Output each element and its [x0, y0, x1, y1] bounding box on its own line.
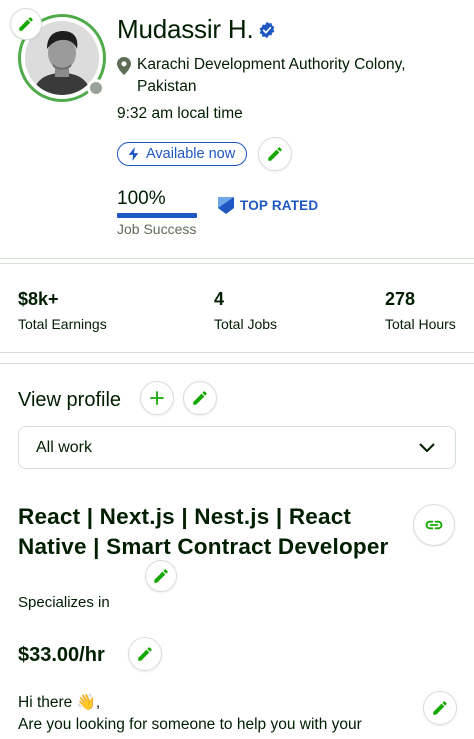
name-row: Mudassir H. — [117, 14, 276, 45]
overview-text: Hi there 👋, Are you looking for someone … — [18, 692, 398, 736]
pencil-icon — [268, 147, 282, 161]
divider — [0, 258, 474, 259]
edit-rate-button[interactable] — [128, 637, 162, 671]
divider — [0, 363, 474, 364]
location-pin-icon — [117, 57, 131, 75]
pencil-icon — [193, 391, 207, 405]
edit-avatar-button[interactable] — [10, 8, 42, 40]
divider — [0, 263, 474, 264]
job-success-value: 100% — [117, 188, 166, 209]
chevron-down-icon — [419, 443, 435, 452]
work-filter-select[interactable]: All work — [18, 426, 456, 469]
overview-line: Are you looking for someone to help you … — [18, 716, 362, 733]
top-rated-badge: TOP RATED — [218, 197, 318, 214]
add-profile-button[interactable] — [140, 381, 174, 415]
job-success-bar — [117, 213, 197, 218]
total-hours-value: 278 — [385, 289, 416, 309]
profile-name: Mudassir H. — [117, 14, 254, 44]
edit-profile-button[interactable] — [183, 381, 217, 415]
local-time: 9:32 am local time — [117, 105, 243, 122]
top-rated-badge-icon — [218, 197, 234, 214]
availability-text: Available now — [146, 146, 236, 162]
location-text: Karachi Development Authority Colony, Pa… — [137, 56, 406, 95]
lightning-icon — [128, 147, 139, 161]
total-earnings-label: Total Earnings — [18, 316, 107, 332]
copy-link-button[interactable] — [413, 504, 455, 546]
hourly-rate: $33.00/hr — [18, 644, 105, 666]
job-success-label: Job Success — [117, 221, 197, 237]
edit-availability-button[interactable] — [258, 137, 292, 171]
pencil-icon — [433, 701, 447, 715]
edit-title-button[interactable] — [145, 560, 177, 592]
pencil-icon — [19, 17, 33, 31]
link-icon — [425, 520, 443, 530]
pencil-icon — [154, 569, 168, 583]
divider — [0, 352, 474, 353]
location: Karachi Development Authority Colony, Pa… — [117, 54, 447, 98]
view-profile-heading: View profile — [18, 389, 122, 411]
plus-icon — [150, 391, 164, 405]
overview-line: Hi there 👋, — [18, 694, 101, 711]
total-jobs-value: 4 — [214, 289, 225, 309]
verified-badge-icon — [259, 21, 274, 38]
work-filter-value: All work — [36, 438, 93, 456]
edit-overview-button[interactable] — [423, 691, 457, 725]
availability-badge[interactable]: Available now — [117, 142, 247, 166]
specializes-label: Specializes in — [18, 594, 110, 611]
total-earnings-value: $8k+ — [18, 289, 59, 309]
total-hours-label: Total Hours — [385, 316, 456, 332]
pencil-icon — [138, 647, 152, 661]
top-rated-text: TOP RATED — [240, 198, 319, 213]
online-status-dot — [87, 79, 105, 97]
total-jobs-label: Total Jobs — [214, 316, 278, 332]
profile-title: React | Next.js | Nest.js | React Native… — [18, 504, 389, 559]
